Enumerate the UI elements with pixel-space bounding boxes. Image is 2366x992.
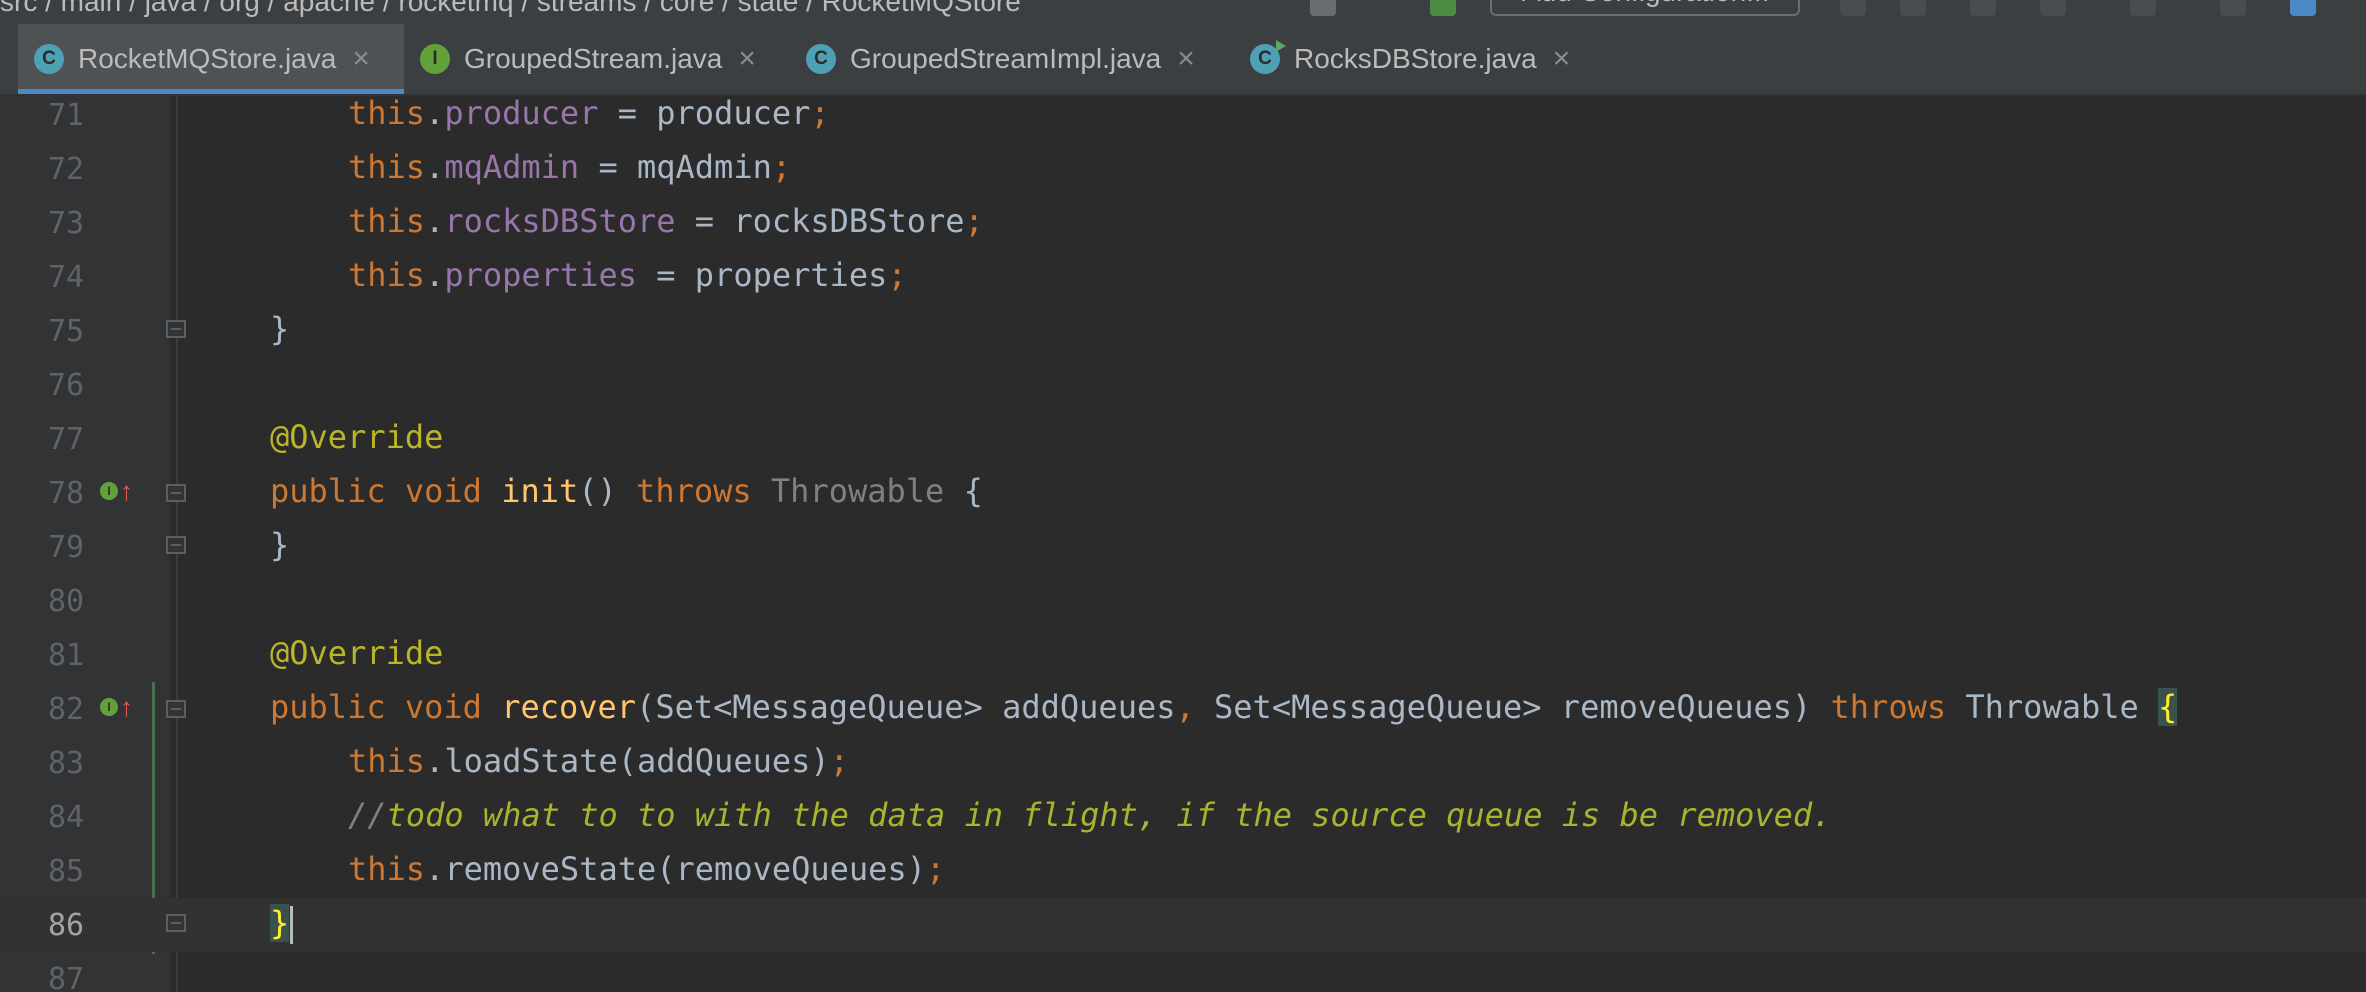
tab-rocketmqstore[interactable]: C RocketMQStore.java ×	[18, 24, 404, 94]
add-configuration-button[interactable]: Add Configuration...	[1490, 0, 1800, 16]
run-icon[interactable]	[1840, 0, 1866, 16]
stop-icon[interactable]	[2130, 0, 2156, 16]
implements-method-icon[interactable]: I ↑	[100, 694, 133, 720]
line-number: 78	[48, 476, 85, 511]
code-text: public void init() throws Throwable {	[270, 472, 983, 510]
top-toolbar: src / main / java / org / apache / rocke…	[0, 0, 2366, 24]
fold-end-icon[interactable]	[166, 536, 186, 554]
close-icon[interactable]: ×	[352, 42, 370, 76]
line-number: 72	[48, 152, 85, 187]
code-text: }	[270, 904, 294, 944]
hammer-icon[interactable]	[1430, 0, 1456, 16]
fold-start-icon[interactable]	[166, 700, 186, 718]
tab-rocksdbstore[interactable]: C RocksDBStore.java ×	[1234, 24, 1604, 94]
code-editor[interactable]: 71 this.producer = producer; 72 this.mqA…	[0, 96, 2366, 992]
code-text: }	[270, 526, 290, 564]
line-number: 74	[48, 260, 85, 295]
line-number: 82	[48, 692, 85, 727]
code-line[interactable]: 77 @Override	[0, 412, 2366, 466]
line-number: 80	[48, 584, 85, 619]
line-number: 76	[48, 368, 85, 403]
code-line[interactable]: 75 }	[0, 304, 2366, 358]
line-number: 87	[48, 962, 85, 992]
code-comment: //todo what to to with the data in fligh…	[348, 796, 1832, 834]
line-number: 73	[48, 206, 85, 241]
debug-icon[interactable]	[1900, 0, 1926, 16]
code-line[interactable]: 71 this.producer = producer;	[0, 96, 2366, 142]
line-number: 71	[48, 98, 85, 133]
code-line[interactable]: 79 }	[0, 520, 2366, 574]
code-line[interactable]: 73 this.rocksDBStore = rocksDBStore;	[0, 196, 2366, 250]
line-number: 86	[48, 908, 85, 943]
build-icon[interactable]	[1310, 0, 1336, 16]
vcs-icon[interactable]	[2220, 0, 2246, 16]
search-icon[interactable]	[2290, 0, 2316, 16]
code-text: @Override	[270, 418, 444, 456]
line-number: 83	[48, 746, 85, 781]
editor-tab-bar: C RocketMQStore.java × I GroupedStream.j…	[0, 24, 2366, 96]
code-text: }	[270, 310, 290, 348]
tab-groupedstream[interactable]: I GroupedStream.java ×	[404, 24, 790, 94]
code-line[interactable]: 84 //todo what to to with the data in fl…	[0, 790, 2366, 844]
code-line[interactable]: 85 this.removeState(removeQueues);	[0, 844, 2366, 898]
close-icon[interactable]: ×	[1177, 42, 1195, 76]
code-text: this.rocksDBStore = rocksDBStore;	[348, 202, 984, 240]
close-icon[interactable]: ×	[738, 42, 756, 76]
line-number: 77	[48, 422, 85, 457]
code-line[interactable]: 87	[0, 952, 2366, 992]
profile-icon[interactable]	[2040, 0, 2066, 16]
code-line[interactable]: 83 this.loadState(addQueues);	[0, 736, 2366, 790]
text-caret	[290, 906, 294, 944]
code-text: this.mqAdmin = mqAdmin;	[348, 148, 792, 186]
coverage-icon[interactable]	[1970, 0, 1996, 16]
class-icon: C	[34, 44, 64, 74]
code-line[interactable]: 72 this.mqAdmin = mqAdmin;	[0, 142, 2366, 196]
fold-end-icon[interactable]	[166, 914, 186, 932]
run-marker-icon	[1276, 40, 1286, 52]
code-line[interactable]: 82 public void recover(Set<MessageQueue>…	[0, 682, 2366, 736]
code-line[interactable]: 76	[0, 358, 2366, 412]
code-text: this.producer = producer;	[348, 96, 830, 132]
code-text: this.properties = properties;	[348, 256, 907, 294]
interface-badge-icon: I	[100, 482, 118, 500]
arrow-up-icon: ↑	[120, 692, 133, 722]
code-line[interactable]: 78 public void init() throws Throwable {	[0, 466, 2366, 520]
interface-badge-icon: I	[100, 698, 118, 716]
code-line-current[interactable]: 86 }	[0, 898, 2366, 952]
fold-end-icon[interactable]	[166, 320, 186, 338]
code-line[interactable]: 80	[0, 574, 2366, 628]
line-number: 85	[48, 854, 85, 889]
breadcrumb[interactable]: src / main / java / org / apache / rocke…	[0, 0, 1021, 18]
close-icon[interactable]: ×	[1553, 42, 1571, 76]
interface-icon: I	[420, 44, 450, 74]
line-number: 84	[48, 800, 85, 835]
code-text: @Override	[270, 634, 444, 672]
arrow-up-icon: ↑	[120, 476, 133, 506]
tab-label: GroupedStreamImpl.java	[850, 43, 1162, 74]
tab-label: RocksDBStore.java	[1294, 43, 1537, 74]
code-line[interactable]: 74 this.properties = properties;	[0, 250, 2366, 304]
line-number: 75	[48, 314, 85, 349]
fold-start-icon[interactable]	[166, 484, 186, 502]
line-number: 81	[48, 638, 85, 673]
tab-groupedstreamimpl[interactable]: C GroupedStreamImpl.java ×	[790, 24, 1234, 94]
implements-method-icon[interactable]: I ↑	[100, 478, 133, 504]
code-text: public void recover(Set<MessageQueue> ad…	[270, 688, 2178, 726]
tab-label: RocketMQStore.java	[78, 43, 337, 74]
class-kind-letter: C	[1258, 48, 1272, 69]
tab-label: GroupedStream.java	[464, 43, 723, 74]
class-run-icon: C	[1250, 40, 1286, 74]
code-text: this.removeState(removeQueues);	[348, 850, 946, 888]
code-line[interactable]: 81 @Override	[0, 628, 2366, 682]
line-number: 79	[48, 530, 85, 565]
code-text: this.loadState(addQueues);	[348, 742, 849, 780]
class-icon: C	[806, 44, 836, 74]
